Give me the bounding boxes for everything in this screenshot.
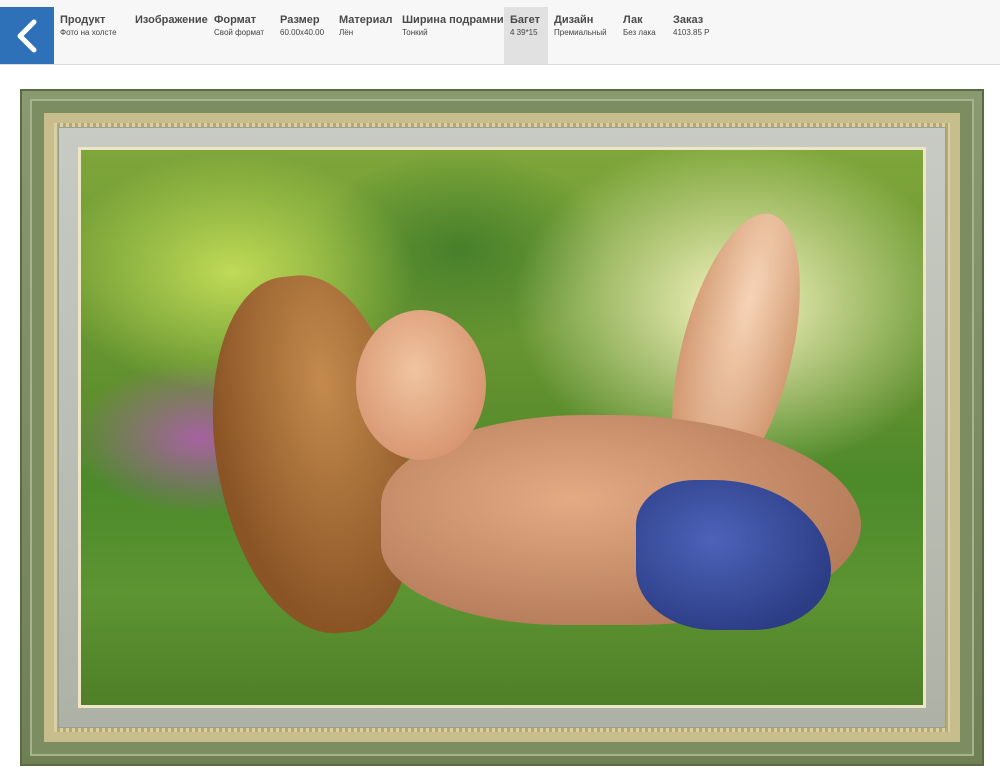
step-title: Заказ (673, 14, 704, 26)
step-navigation-bar: Продукт Фото на холсте Изображение Форма… (0, 0, 1000, 65)
step-order[interactable]: Заказ 4103.85 Р (667, 7, 727, 64)
baguette-frame-preview (20, 89, 984, 766)
step-value: 4 39*15 (510, 28, 538, 37)
step-title: Размер (280, 14, 320, 26)
step-value: 60.00x40.00 (280, 28, 325, 37)
step-title: Дизайн (554, 14, 594, 26)
step-title: Изображение (135, 14, 208, 26)
step-material[interactable]: Материал Лён (333, 7, 396, 64)
step-baguette[interactable]: Багет 4 39*15 (504, 7, 548, 64)
step-title: Лак (623, 14, 643, 26)
step-size[interactable]: Размер 60.00x40.00 (274, 7, 333, 64)
step-design[interactable]: Дизайн Премиальный (548, 7, 617, 64)
step-value: Премиальный (554, 28, 607, 37)
step-value: Фото на холсте (60, 28, 117, 37)
back-button[interactable] (0, 7, 54, 64)
step-value: Лён (339, 28, 354, 37)
step-title: Багет (510, 14, 540, 26)
step-stretcher-width[interactable]: Ширина подрамника Тонкий (396, 7, 516, 64)
step-product[interactable]: Продукт Фото на холсте (54, 7, 129, 64)
step-varnish[interactable]: Лак Без лака (617, 7, 667, 64)
steps-list: Продукт Фото на холсте Изображение Форма… (54, 7, 727, 64)
step-value: Без лака (623, 28, 656, 37)
canvas-photo (78, 147, 926, 708)
photo-face-area (356, 310, 486, 460)
chevron-left-icon (17, 19, 37, 52)
step-title: Ширина подрамника (402, 14, 516, 26)
step-title: Продукт (60, 14, 106, 26)
step-title: Материал (339, 14, 393, 26)
step-image[interactable]: Изображение (129, 7, 208, 64)
step-title: Формат (214, 14, 257, 26)
step-format[interactable]: Формат Свой формат (208, 7, 274, 64)
step-value: Свой формат (214, 28, 264, 37)
step-value: 4103.85 Р (673, 28, 710, 37)
step-value: Тонкий (402, 28, 428, 37)
